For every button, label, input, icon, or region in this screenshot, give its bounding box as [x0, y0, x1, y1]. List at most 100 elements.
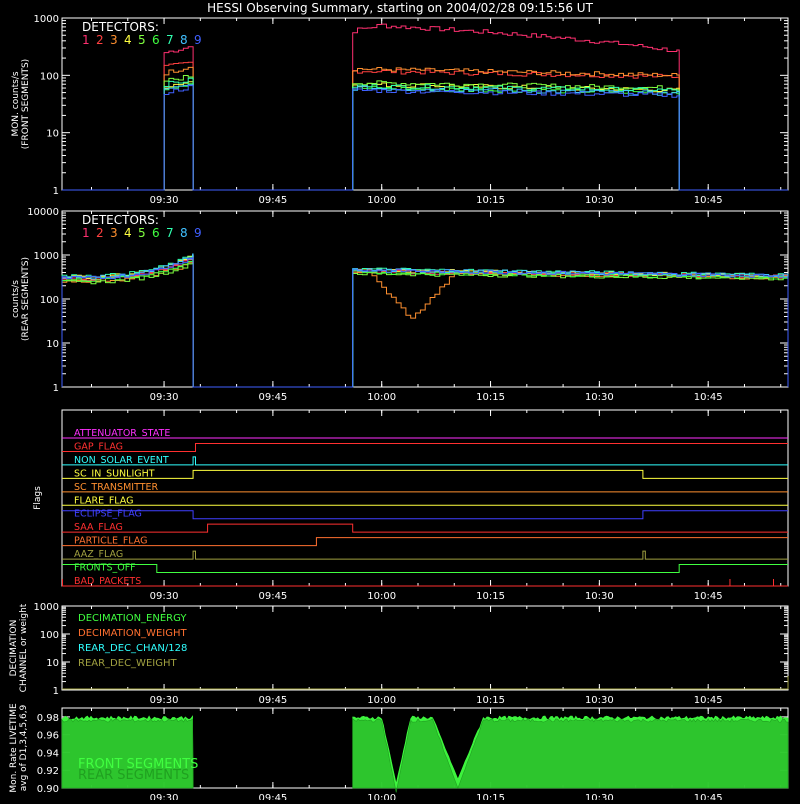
legend-detector-2: 2	[96, 226, 104, 240]
flag-label-attenuator_state: ATTENUATOR_STATE	[74, 428, 170, 439]
y-tick-label: 1000	[34, 14, 59, 25]
legend-detector-9: 9	[194, 226, 202, 240]
x-tick-label: 09:30	[150, 392, 179, 403]
y-axis-label-line: counts/s	[11, 280, 21, 318]
x-tick-label: 09:30	[150, 591, 179, 602]
y-tick-label: 1	[53, 383, 59, 394]
legend-title: DETECTORS:	[82, 213, 159, 227]
legend-detector-9: 9	[194, 33, 202, 47]
x-tick-label: 10:30	[585, 793, 614, 800]
hessi-summary-figure: HESSI Observing Summary, starting on 200…	[0, 0, 800, 804]
x-tick-label: 10:15	[476, 591, 505, 602]
x-tick-label: 10:15	[476, 195, 505, 206]
legend-rear-segments: REAR SEGMENTS	[78, 768, 189, 783]
flag-label-gap_flag: GAP_FLAG	[74, 441, 123, 452]
x-tick-label: 10:00	[367, 195, 396, 206]
y-tick-label: 0.96	[37, 731, 59, 742]
x-tick-label: 10:00	[367, 591, 396, 602]
x-tick-label: 10:15	[476, 392, 505, 403]
x-tick-label: 09:45	[258, 695, 287, 706]
legend-detector-7: 7	[166, 33, 174, 47]
y-axis-label: MON. counts/s(FRONT SEGMENTS)	[11, 59, 31, 149]
figure-canvas: HESSI Observing Summary, starting on 200…	[0, 0, 800, 804]
y-tick-label: 0.98	[37, 713, 59, 724]
y-tick-label: 1	[53, 186, 59, 197]
legend-detector-2: 2	[96, 33, 104, 47]
y-axis-label-line: MON. counts/s	[11, 71, 21, 136]
legend-detector-6: 6	[152, 33, 160, 47]
legend-detector-1: 1	[82, 226, 90, 240]
x-tick-label: 10:45	[694, 392, 723, 403]
x-tick-label: 10:00	[367, 392, 396, 403]
y-axis-label-line: Flags	[33, 486, 43, 510]
flag-label-sc_transmitter: SC_TRANSMITTER	[74, 482, 159, 493]
y-axis-label-line: (REAR SEGMENTS)	[21, 257, 31, 341]
y-tick-label: 0.92	[37, 766, 59, 777]
flag-label-fronts_off: FRONTS_OFF	[74, 563, 136, 574]
y-axis-label-line: avg of D1,3,4,5,6,9	[19, 704, 29, 791]
y-tick-label: 1000	[34, 602, 59, 613]
x-tick-label: 10:45	[694, 695, 723, 706]
x-tick-label: 10:30	[585, 591, 614, 602]
y-axis-label: Mon. Rate LIVETIMEavg of D1,3,4,5,6,9	[9, 703, 29, 793]
legend-rear-dec-chan-128: REAR_DEC_CHAN/128	[78, 643, 187, 654]
y-axis-label-line: Mon. Rate LIVETIME	[9, 703, 19, 793]
legend-detector-5: 5	[138, 226, 146, 240]
legend-title: DETECTORS:	[82, 20, 159, 34]
x-tick-label: 10:45	[694, 591, 723, 602]
y-axis-label: Flags	[33, 486, 43, 510]
y-tick-label: 0.90	[37, 784, 59, 795]
x-tick-label: 10:30	[585, 695, 614, 706]
y-tick-label: 100	[40, 71, 59, 82]
y-tick-label: 10	[46, 658, 59, 669]
legend-decimation-weight: DECIMATION_WEIGHT	[78, 628, 187, 639]
y-tick-label: 100	[40, 295, 59, 306]
flag-label-saa_flag: SAA_FLAG	[74, 522, 123, 533]
flag-label-aaz_flag: AAZ_FLAG	[74, 549, 123, 560]
x-tick-label: 10:30	[585, 195, 614, 206]
legend-detector-5: 5	[138, 33, 146, 47]
y-tick-label: 10	[46, 339, 59, 350]
y-axis-label-line: CHANNEL or weight	[19, 603, 29, 692]
legend-detector-1: 1	[82, 33, 90, 47]
x-tick-label: 10:15	[476, 695, 505, 706]
x-tick-label: 09:30	[150, 695, 179, 706]
x-tick-label: 10:30	[585, 392, 614, 403]
legend-detector-8: 8	[180, 226, 188, 240]
y-tick-label: 10	[46, 129, 59, 140]
x-tick-label: 09:45	[258, 392, 287, 403]
flag-label-eclipse_flag: ECLIPSE_FLAG	[74, 509, 142, 520]
x-tick-label: 10:45	[694, 195, 723, 206]
y-axis-label-line: DECIMATION	[9, 620, 19, 677]
legend-detector-3: 3	[110, 226, 118, 240]
flag-label-non_solar_event: NON_SOLAR_EVENT	[74, 455, 169, 466]
flag-label-sc_in_sunlight: SC_IN_SUNLIGHT	[74, 468, 155, 479]
legend-detector-3: 3	[110, 33, 118, 47]
flag-label-particle_flag: PARTICLE_FLAG	[74, 536, 147, 547]
legend-rear-dec-weight: REAR_DEC_WEIGHT	[78, 658, 177, 669]
x-tick-label: 10:00	[367, 695, 396, 706]
x-tick-label: 10:45	[694, 793, 723, 800]
flag-label-flare_flag: FLARE_FLAG	[74, 495, 134, 506]
y-tick-label: 0.94	[37, 748, 59, 759]
y-tick-label: 10000	[27, 207, 59, 218]
legend-detector-7: 7	[166, 226, 174, 240]
x-tick-label: 09:45	[258, 793, 287, 800]
legend-detector-4: 4	[124, 226, 132, 240]
x-tick-label: 10:15	[476, 793, 505, 800]
legend-detector-4: 4	[124, 33, 132, 47]
y-tick-label: 100	[40, 630, 59, 641]
x-tick-label: 09:45	[258, 195, 287, 206]
y-tick-label: 1	[53, 686, 59, 697]
legend-detector-6: 6	[152, 226, 160, 240]
x-tick-label: 09:30	[150, 195, 179, 206]
x-tick-label: 09:45	[258, 591, 287, 602]
x-tick-label: 10:00	[367, 793, 396, 800]
legend-detector-8: 8	[180, 33, 188, 47]
figure-title: HESSI Observing Summary, starting on 200…	[207, 1, 593, 15]
legend-decimation-energy: DECIMATION_ENERGY	[78, 613, 187, 624]
y-tick-label: 1000	[34, 251, 59, 262]
y-axis-label-line: (FRONT SEGMENTS)	[21, 59, 31, 149]
x-tick-label: 09:30	[150, 793, 179, 800]
flag-label-bad_packets: BAD_PACKETS	[74, 576, 141, 587]
